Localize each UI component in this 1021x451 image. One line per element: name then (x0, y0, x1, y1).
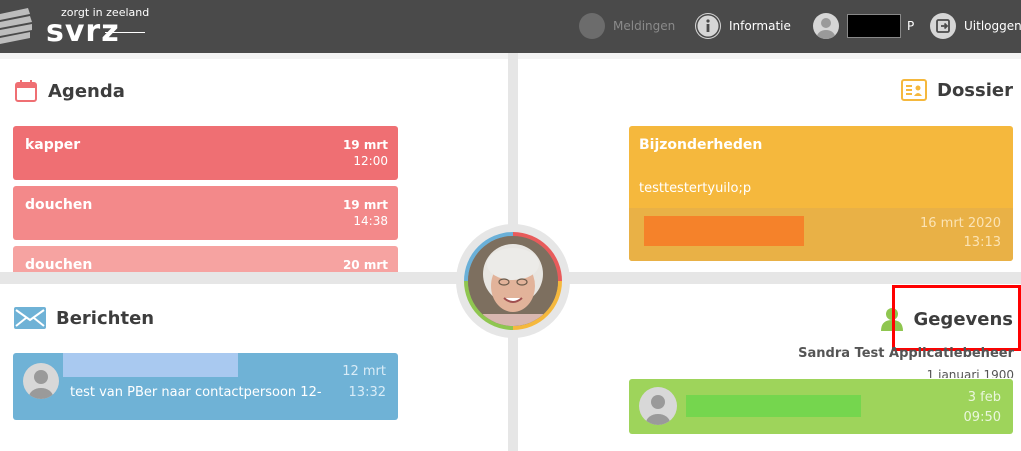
user-avatar-icon (813, 13, 839, 39)
message-item[interactable]: 12 mrt test van PBer naar contactpersoon… (13, 353, 398, 420)
agenda-item-date: 19 mrt (342, 198, 388, 212)
client-name: Sandra Test Applicatiebeheer (798, 346, 1014, 361)
client-photo (468, 236, 558, 326)
dossier-author-redacted (644, 216, 804, 246)
logout-icon (930, 13, 956, 39)
notifications-icon (579, 13, 605, 39)
nav-meldingen[interactable]: Meldingen (579, 12, 675, 40)
gegevens-card[interactable]: 3 feb 09:50 (629, 379, 1013, 434)
agenda-title: Agenda (48, 80, 125, 102)
logo-stripes-icon (0, 8, 32, 44)
agenda-list: kapper 19 mrt 12:00 douchen 19 mrt 14:38… (13, 126, 398, 272)
nav-meldingen-label: Meldingen (613, 19, 676, 33)
gegevens-highlight-box (892, 285, 1021, 351)
agenda-heading[interactable]: Agenda (14, 79, 125, 103)
dossier-heading[interactable]: Dossier (901, 79, 1013, 101)
agenda-item[interactable]: douchen 19 mrt 14:38 (13, 186, 398, 240)
client-dob: 1 januari 1900 (926, 368, 1014, 378)
top-bar: zorgt in zeeland svrz Meldingen Informat… (0, 0, 1021, 53)
gegevens-card-time: 09:50 (963, 410, 1001, 425)
contact-avatar-icon (639, 387, 677, 425)
nav-informatie[interactable]: Informatie (695, 12, 791, 40)
info-icon (695, 13, 721, 39)
agenda-item-time: 14:38 (353, 214, 388, 228)
message-time: 13:32 (348, 385, 386, 400)
nav-informatie-label: Informatie (729, 19, 791, 33)
agenda-item-time: 12:00 (353, 154, 388, 168)
nav-user[interactable]: P (813, 12, 914, 40)
dossier-title: Dossier (937, 79, 1013, 101)
agenda-item[interactable]: douchen 20 mrt (13, 246, 398, 272)
agenda-item-title: douchen (25, 197, 93, 213)
dossier-card-footer: 16 mrt 2020 13:13 (629, 208, 1013, 261)
agenda-item-title: douchen (25, 257, 93, 272)
sender-name-redacted (63, 353, 238, 377)
dossier-card[interactable]: Bijzonderheden testtestertyuilo;p 16 mrt… (629, 126, 1013, 261)
sender-avatar-icon (23, 363, 59, 399)
client-avatar-ring (464, 232, 562, 330)
agenda-item[interactable]: kapper 19 mrt 12:00 (13, 126, 398, 180)
message-date: 12 mrt (342, 364, 386, 379)
user-name-redacted (847, 14, 901, 38)
calendar-icon (14, 79, 38, 103)
id-card-icon (901, 79, 927, 101)
gegevens-card-date: 3 feb (967, 390, 1001, 405)
agenda-item-title: kapper (25, 137, 81, 153)
nav-uitloggen[interactable]: Uitloggen (930, 12, 1021, 40)
berichten-title: Berichten (56, 307, 155, 329)
agenda-item-date: 19 mrt (342, 138, 388, 152)
nav-uitloggen-label: Uitloggen (964, 19, 1021, 33)
dossier-card-body: testtestertyuilo;p (639, 181, 752, 196)
envelope-icon (14, 307, 46, 329)
contact-name-redacted (686, 395, 861, 417)
berichten-heading[interactable]: Berichten (14, 307, 154, 329)
client-avatar[interactable] (456, 224, 570, 338)
dossier-card-title: Bijzonderheden (639, 137, 763, 153)
dossier-card-time: 13:13 (963, 235, 1001, 250)
dossier-card-date: 16 mrt 2020 (920, 216, 1001, 231)
svrz-logo[interactable]: zorgt in zeeland svrz (0, 0, 200, 53)
agenda-item-date: 20 mrt (342, 258, 388, 272)
message-text: test van PBer naar contactpersoon 12- (70, 385, 322, 400)
logo-underline (105, 32, 145, 33)
nav-user-suffix: P (907, 19, 915, 33)
